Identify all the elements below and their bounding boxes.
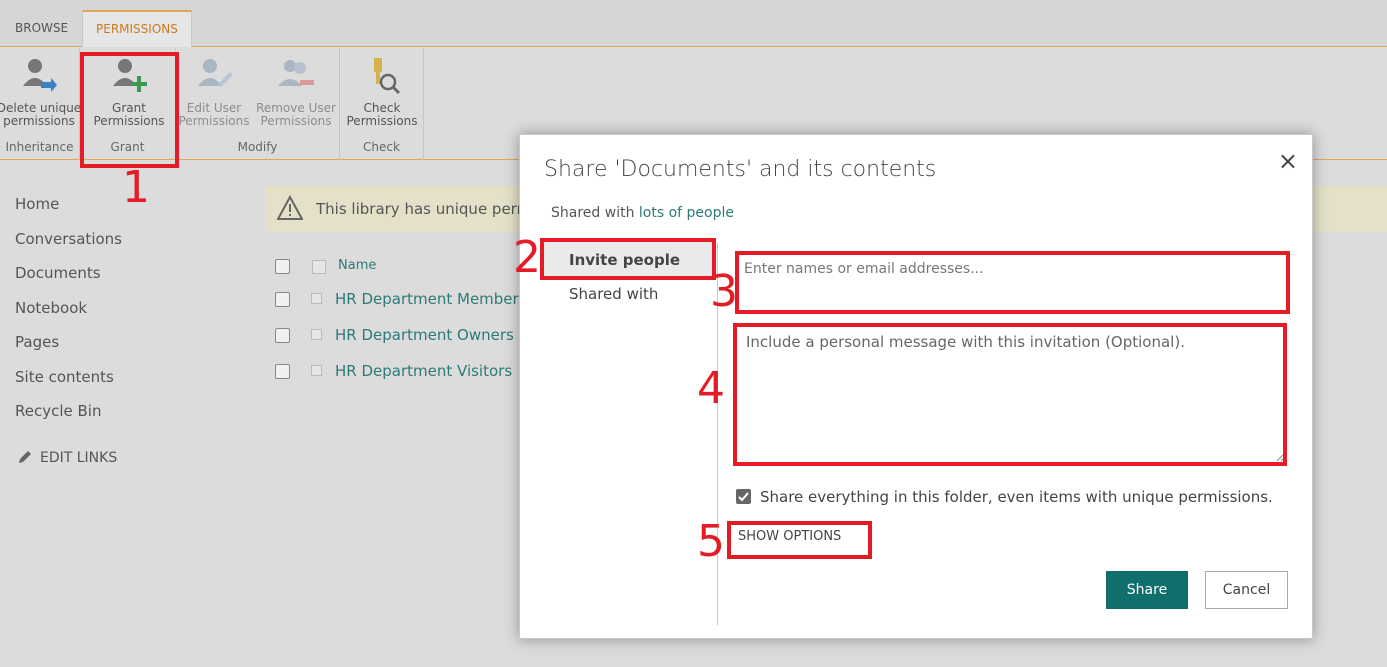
pencil-icon (19, 451, 31, 463)
annotation-number-3: 3 (710, 266, 738, 317)
select-all-icon (312, 260, 326, 274)
group-label-modify: Modify (237, 140, 278, 154)
tab-permissions[interactable]: PERMISSIONS (82, 10, 192, 47)
share-button[interactable]: Share (1106, 571, 1188, 609)
dialog-title: Share 'Documents' and its contents (544, 157, 937, 182)
ribbon-tab-bar: BROWSE PERMISSIONS (0, 0, 1387, 47)
check-label-1: Check (363, 101, 401, 115)
edit-user-label-1: Edit User (186, 101, 242, 115)
nav-home[interactable]: Home (15, 192, 122, 227)
annotation-box-4 (733, 323, 1287, 466)
nav-documents[interactable]: Documents (15, 261, 122, 296)
tab-shared-with[interactable]: Shared with (569, 285, 658, 303)
ribbon-group-modify: Edit User Permissions Remove User Permis… (176, 48, 340, 160)
warning-text: This library has unique perm (316, 200, 532, 218)
shared-with-summary: Shared with lots of people (551, 205, 734, 221)
warning-icon (277, 195, 303, 220)
share-everything-label: Share everything in this folder, even it… (760, 488, 1273, 506)
quick-launch-nav: Home Conversations Documents Notebook Pa… (15, 192, 122, 434)
edit-user-permissions-button[interactable]: Edit User Permissions (176, 56, 252, 128)
row-checkbox[interactable] (275, 292, 290, 307)
row-checkbox[interactable] (275, 328, 290, 343)
remove-user-label-2: Permissions (260, 114, 332, 128)
remove-user-icon (278, 60, 314, 86)
share-everything-option[interactable]: Share everything in this folder, even it… (736, 488, 1273, 506)
tab-browse[interactable]: BROWSE (2, 10, 81, 47)
annotation-box-5 (727, 521, 872, 559)
annotation-box-1 (80, 52, 179, 168)
nav-conversations[interactable]: Conversations (15, 227, 122, 262)
annotation-number-1: 1 (122, 162, 150, 213)
checkmark-icon (738, 492, 749, 502)
row-checkbox[interactable] (275, 364, 290, 379)
row-item-icon (311, 293, 322, 304)
shared-with-prefix: Shared with (551, 205, 635, 221)
list-item-link[interactable]: HR Department Members (335, 290, 527, 308)
delete-unique-permissions-button[interactable]: Delete unique permissions (0, 56, 82, 128)
annotation-box-2 (540, 238, 716, 280)
annotation-box-3 (735, 251, 1290, 314)
edit-user-label-2: Permissions (178, 114, 250, 128)
nav-pages[interactable]: Pages (15, 330, 122, 365)
ribbon-group-inheritance: Delete unique permissions Inheritance (0, 48, 82, 160)
nav-notebook[interactable]: Notebook (15, 296, 122, 331)
edit-links-label: EDIT LINKS (40, 450, 118, 466)
check-permissions-icon (374, 58, 401, 95)
row-item-icon (311, 329, 322, 340)
group-label-check: Check (363, 140, 400, 154)
column-header-name[interactable]: Name (338, 258, 376, 273)
ribbon-group-check: Check Permissions Check (340, 48, 424, 160)
list-item-link[interactable]: HR Department Visitors (335, 362, 512, 380)
close-icon[interactable]: × (1278, 149, 1298, 173)
annotation-number-5: 5 (697, 516, 725, 567)
delete-unique-label-1: Delete unique (0, 101, 82, 115)
row-item-icon (311, 365, 322, 376)
check-label-2: Permissions (346, 114, 418, 128)
annotation-number-2: 2 (513, 232, 541, 283)
nav-recycle-bin[interactable]: Recycle Bin (15, 399, 122, 434)
group-label-inheritance: Inheritance (5, 140, 74, 154)
check-permissions-button[interactable]: Check Permissions (342, 56, 422, 128)
remove-user-permissions-button[interactable]: Remove User Permissions (252, 56, 340, 128)
list-item-link[interactable]: HR Department Owners (335, 326, 514, 344)
nav-site-contents[interactable]: Site contents (15, 365, 122, 400)
delete-unique-label-2: permissions (3, 114, 75, 128)
cancel-button[interactable]: Cancel (1205, 571, 1288, 609)
select-all-checkbox[interactable] (275, 259, 290, 274)
annotation-number-4: 4 (697, 363, 725, 414)
shared-with-link[interactable]: lots of people (639, 205, 734, 221)
remove-user-label-1: Remove User (256, 101, 336, 115)
edit-links-button[interactable]: EDIT LINKS (18, 450, 117, 466)
delete-inheritance-icon (23, 59, 57, 92)
edit-user-icon (198, 59, 233, 87)
share-everything-checkbox[interactable] (736, 489, 751, 504)
